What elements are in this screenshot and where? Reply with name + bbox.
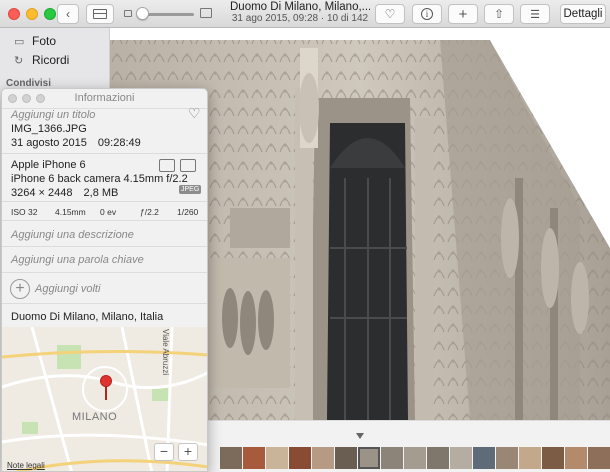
zoom-slider-knob[interactable] <box>136 7 149 20</box>
favorite-button[interactable]: ♡ <box>375 4 405 24</box>
exif-focal-length: 4.15mm <box>55 207 86 217</box>
map-city-label: MILANO <box>72 411 118 423</box>
filmstrip-thumbnail[interactable] <box>243 447 265 469</box>
add-button[interactable]: + <box>448 4 478 24</box>
share-icon: ⇧ <box>493 7 505 21</box>
sidebar-item-label: Foto <box>32 34 57 48</box>
map-zoom-in-button[interactable]: + <box>178 443 198 461</box>
close-window-button[interactable] <box>8 8 20 20</box>
fullscreen-window-button[interactable] <box>44 8 56 20</box>
filename: IMG_1366.JPG <box>11 123 87 135</box>
photos-icon: ▭ <box>14 35 25 48</box>
filmstrip-thumbnail[interactable] <box>312 447 334 469</box>
format-badge: JPEG <box>179 185 202 194</box>
divider <box>2 303 207 304</box>
filmstrip-thumbnail[interactable] <box>588 447 610 469</box>
sidebar-toggle-icon <box>93 9 107 19</box>
divider <box>2 153 207 154</box>
filmstrip-thumbnail[interactable] <box>220 447 242 469</box>
filmstrip-thumbnail[interactable] <box>381 447 403 469</box>
divider <box>2 272 207 273</box>
divider <box>2 220 207 221</box>
photo-title-area: Duomo Di Milano, Milano,... 31 ago 2015,… <box>230 1 370 25</box>
filmstrip-thumbnail[interactable] <box>542 447 564 469</box>
add-faces-label[interactable]: Aggiungi volti <box>35 283 100 295</box>
filmstrip-thumbnail[interactable] <box>266 447 288 469</box>
favorite-heart-icon[interactable]: ♡ <box>188 105 201 122</box>
info-panel: Informazioni Aggiungi un titolo ♡ IMG_13… <box>1 88 208 472</box>
sidebar-item-label: Ricordi <box>32 53 70 67</box>
description-field[interactable]: Aggiungi una descrizione <box>11 229 134 241</box>
subtitle-separator: · <box>318 13 327 24</box>
title-field[interactable]: Aggiungi un titolo <box>11 109 95 121</box>
lens-info: iPhone 6 back camera 4.15mm f/2.2 <box>11 173 188 185</box>
map-zoom-out-button[interactable]: − <box>154 443 174 461</box>
filmstrip-thumbnail[interactable] <box>565 447 587 469</box>
capture-time: 09:28:49 <box>97 137 141 149</box>
window-subtitle: 31 ago 2015, 09:28 · 10 di 142 <box>230 13 370 25</box>
heart-icon: ♡ <box>384 7 396 21</box>
photo-position: 10 di 142 <box>326 13 369 24</box>
info-icon: i <box>421 8 433 20</box>
filmstrip-thumbnail[interactable] <box>289 447 311 469</box>
filmstrip-thumbnail[interactable] <box>335 447 357 469</box>
memories-icon: ↻ <box>14 54 24 67</box>
photo-date: 31 ago 2015, 09:28 <box>231 13 319 24</box>
current-photo-marker <box>356 433 364 439</box>
window-title: Duomo Di Milano, Milano,... <box>230 1 370 13</box>
filmstrip-thumbnail-selected[interactable] <box>358 447 380 469</box>
sidebar-item-memories[interactable]: ↻ Ricordi <box>14 52 69 68</box>
exif-aperture: ƒ/2.2 <box>140 207 159 217</box>
image-dimensions: 3264 × 2448 <box>11 187 73 199</box>
back-chevron-icon: ‹ <box>66 7 70 21</box>
map-legal-link[interactable]: Note legali <box>7 461 45 470</box>
share-button[interactable]: ⇧ <box>484 4 514 24</box>
exif-exposure-bias: 0 ev <box>100 207 117 217</box>
info-panel-title: Informazioni <box>74 92 135 104</box>
exif-shutter: 1/260 <box>177 207 199 217</box>
filmstrip-thumbnail[interactable] <box>496 447 518 469</box>
camera-model: Apple iPhone 6 <box>11 159 86 171</box>
small-thumbnail-icon <box>124 10 132 17</box>
sidebar-toggle-button[interactable] <box>86 4 114 24</box>
back-button[interactable]: ‹ <box>57 4 79 24</box>
add-face-icon[interactable]: + <box>10 279 30 299</box>
divider <box>2 201 207 202</box>
map-street-label: Viale Abruzzi <box>161 329 170 376</box>
divider <box>2 246 207 247</box>
toolbar: ‹ Duomo Di Milano, Milano,... 31 ago 201… <box>0 0 610 28</box>
filmstrip-thumbnail[interactable] <box>519 447 541 469</box>
camera-icon <box>159 159 175 172</box>
details-button[interactable]: Dettagli <box>560 4 606 24</box>
adjust-icon: ☰ <box>530 8 540 21</box>
settings-icon <box>180 159 196 172</box>
keyword-field[interactable]: Aggiungi una parola chiave <box>11 254 144 266</box>
capture-date: 31 agosto 2015 <box>11 137 87 149</box>
info-button[interactable]: i <box>412 4 442 24</box>
location-map[interactable]: MILANO Viale Abruzzi − + Note legali <box>2 327 207 471</box>
minimize-window-button[interactable] <box>26 8 38 20</box>
filmstrip-thumbnail[interactable] <box>450 447 472 469</box>
capture-datetime: 31 agosto 2015 09:28:49 <box>11 137 141 149</box>
location-label: Duomo Di Milano, Milano, Italia <box>11 311 164 323</box>
exif-iso: ISO 32 <box>11 207 38 217</box>
filmstrip-thumbnail[interactable] <box>404 447 426 469</box>
image-dimensions-size: 3264 × 2448 2,8 MB <box>11 187 118 199</box>
filmstrip-thumbnail[interactable] <box>473 447 495 469</box>
file-size: 2,8 MB <box>83 187 119 199</box>
filmstrip-thumbnail[interactable] <box>427 447 449 469</box>
add-icon: + <box>458 5 468 23</box>
sidebar-item-photos[interactable]: ▭ Foto <box>14 33 56 49</box>
large-thumbnail-icon <box>200 8 212 18</box>
adjust-button[interactable]: ☰ <box>520 4 550 24</box>
info-panel-titlebar: Informazioni <box>2 89 207 109</box>
